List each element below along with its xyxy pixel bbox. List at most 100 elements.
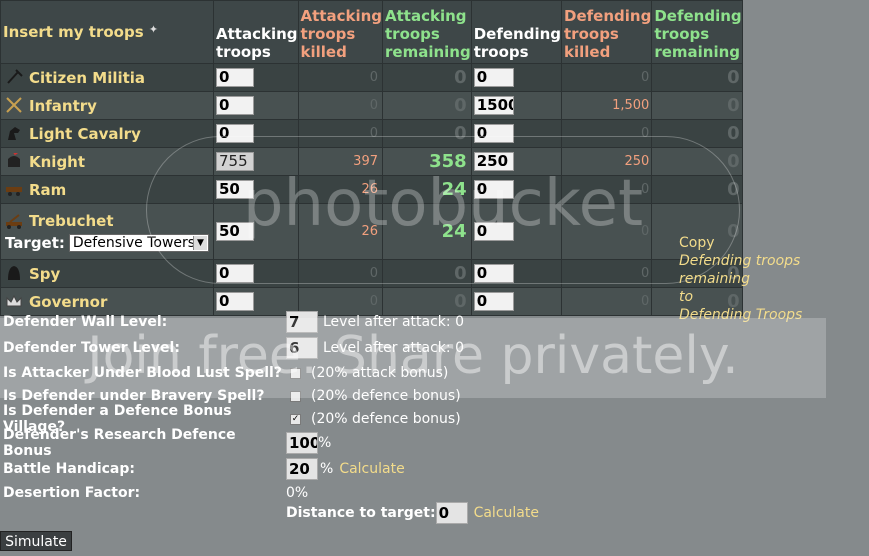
desertion-label: Desertion Factor: (3, 485, 141, 501)
attacking-remaining: 0 (382, 91, 472, 120)
crossed-swords-icon (5, 96, 23, 113)
target-select[interactable]: Defensive Towers ▼ (68, 233, 209, 252)
defending-input[interactable]: 0 (473, 68, 514, 87)
bloodlust-row: Is Attacker Under Blood Lust Spell? (20%… (3, 362, 448, 384)
chevron-down-icon[interactable]: ▼ (192, 235, 207, 250)
attacking-troops-header: Attacking troops (213, 0, 299, 64)
bloodlust-bonus: (20% attack bonus) (311, 365, 449, 381)
defending-killed: 0 (561, 259, 653, 288)
desertion-row: Desertion Factor: 0% (3, 482, 308, 504)
defending-cell: 0 (470, 119, 563, 148)
handicap-input[interactable]: 20 (286, 458, 318, 480)
troop-name: Citizen Militia (29, 68, 146, 87)
troop-name-cell: Trebuchet Target: Defensive Towers ▼ (0, 203, 214, 260)
handicap-label: Battle Handicap: (3, 461, 135, 477)
research-input[interactable]: 100 (286, 432, 318, 454)
defending-killed: 1,500 (561, 91, 653, 120)
troop-name-cell: Light Cavalry (0, 119, 214, 148)
tower-level-input[interactable]: 6 (286, 337, 318, 359)
insert-troops-label[interactable]: Insert my troops (3, 23, 144, 41)
sparkle-icon: ✦ (148, 23, 159, 36)
wall-level-after: Level after attack: 0 (323, 314, 464, 330)
wall-level-label: Defender Wall Level: (3, 314, 168, 330)
attacking-input[interactable]: 0 (216, 68, 254, 87)
troop-name-cell: Ram (0, 175, 214, 204)
tower-level-label: Defender Tower Level: (3, 340, 180, 356)
handicap-row: Battle Handicap: 20 % Calculate (3, 458, 405, 480)
attacking-input[interactable]: 0 (216, 292, 254, 311)
defending-cell: 0 (470, 203, 563, 260)
copy-line-4: Defending Troops (679, 307, 803, 323)
handicap-unit: % (320, 461, 334, 477)
bonus-village-checkbox[interactable]: ✓ (290, 413, 301, 425)
attacking-killed: 0 (297, 259, 383, 288)
copy-defending-remaining-link[interactable]: Copy Defending troops remaining to Defen… (679, 234, 869, 324)
crown-icon (5, 293, 23, 309)
attacking-killed-header: Attacking troops killed (297, 0, 383, 64)
defending-input[interactable]: 1500 (473, 96, 514, 115)
target-label: Target: (5, 233, 65, 252)
distance-input[interactable]: 0 (435, 502, 468, 524)
attacking-remaining: 358 (382, 147, 472, 176)
attacking-remaining: 0 (382, 119, 472, 148)
defending-input[interactable]: 250 (473, 152, 514, 171)
attacking-input[interactable]: 0 (216, 264, 254, 283)
troop-name: Ram (29, 180, 67, 199)
troop-row: Ram 50 26 24 0 0 0 (0, 175, 743, 204)
defending-input[interactable]: 0 (473, 264, 514, 283)
bloodlust-checkbox[interactable] (290, 367, 301, 379)
defending-troops-header: Defending troops (470, 0, 563, 64)
simulate-button[interactable]: Simulate (0, 531, 72, 551)
bravery-checkbox[interactable] (290, 390, 301, 402)
attacking-killed: 26 (297, 175, 383, 204)
wall-level-row: Defender Wall Level: 7 Level after attac… (3, 311, 464, 333)
defending-killed: 250 (561, 147, 653, 176)
attacking-cell: 50 (213, 203, 299, 260)
defending-cell: 0 (470, 175, 563, 204)
distance-label: Distance to target: (286, 505, 436, 521)
troop-row: Knight 755 397 358 250 250 0 (0, 147, 743, 176)
attacking-cell: 50 (213, 175, 299, 204)
ram-icon (5, 181, 23, 197)
troop-name: Trebuchet (29, 211, 114, 230)
copy-line-2: Defending troops remaining (679, 253, 801, 287)
desertion-value: 0% (286, 485, 309, 501)
insert-troops-header[interactable]: Insert my troops ✦ (0, 0, 214, 64)
attacking-killed: 0 (297, 91, 383, 120)
defending-remaining: 0 (651, 91, 743, 120)
horse-head-icon (5, 125, 23, 141)
attacking-input[interactable]: 50 (216, 222, 254, 241)
troop-name: Governor (29, 292, 108, 311)
defending-remaining-header: Defending troops remaining (651, 0, 743, 64)
attacking-input[interactable]: 755 (216, 152, 254, 171)
defending-input[interactable]: 0 (473, 124, 514, 143)
target-row: Target: Defensive Towers ▼ (5, 233, 213, 252)
handicap-calculate-link[interactable]: Calculate (339, 461, 404, 477)
defending-cell: 0 (470, 63, 563, 92)
bloodlust-label: Is Attacker Under Blood Lust Spell? (3, 365, 282, 381)
defending-remaining: 0 (651, 119, 743, 148)
defending-input[interactable]: 0 (473, 292, 514, 311)
attacking-killed: 26 (297, 203, 383, 260)
defending-cell: 1500 (470, 91, 563, 120)
attacking-input[interactable]: 0 (216, 124, 254, 143)
troops-table: Insert my troops ✦ Attacking troops Atta… (0, 0, 743, 316)
attacking-input[interactable]: 0 (216, 96, 254, 115)
defending-remaining: 0 (651, 63, 743, 92)
defending-cell: 0 (470, 287, 563, 316)
troop-row: Light Cavalry 0 0 0 0 0 0 (0, 119, 743, 148)
attacking-input[interactable]: 50 (216, 180, 254, 199)
defending-input[interactable]: 0 (473, 222, 514, 241)
bravery-bonus: (20% defence bonus) (311, 388, 461, 404)
distance-calculate-link[interactable]: Calculate (474, 505, 539, 521)
attacking-cell: 0 (213, 63, 299, 92)
troop-row: Trebuchet Target: Defensive Towers ▼ 50 2… (0, 203, 743, 260)
tower-level-row: Defender Tower Level: 6 Level after atta… (3, 337, 464, 359)
wall-level-input[interactable]: 7 (286, 311, 318, 333)
attacking-cell: 0 (213, 91, 299, 120)
troop-name-cell: Infantry (0, 91, 214, 120)
defending-input[interactable]: 0 (473, 180, 514, 199)
attacking-remaining: 24 (382, 203, 472, 260)
troop-row: Infantry 0 0 0 1500 1,500 0 (0, 91, 743, 120)
defending-killed: 0 (561, 203, 653, 260)
